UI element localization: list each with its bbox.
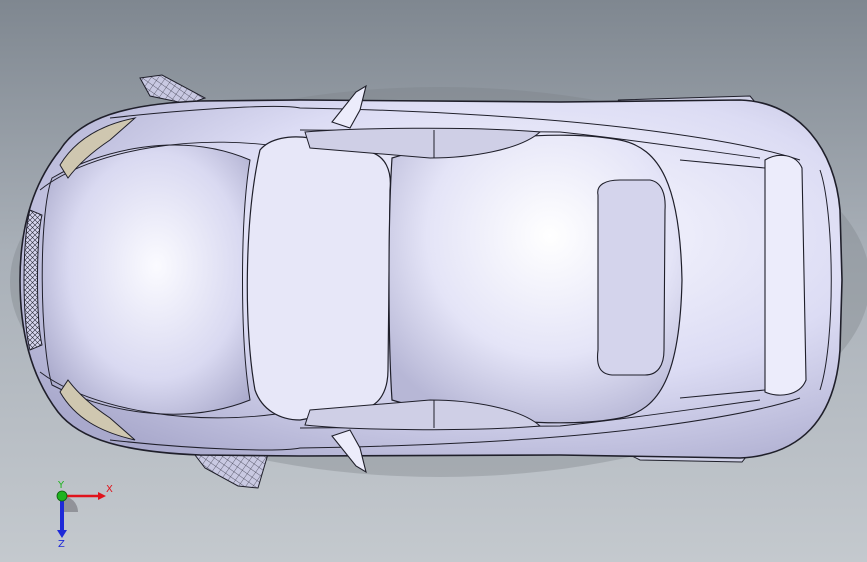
y-axis-marker [56,490,68,502]
coordinate-triad: X Y Z [56,480,113,548]
z-axis-label: Z [58,539,65,548]
front-left-wheel [139,74,207,105]
front-right-wheel [193,453,269,489]
rear-window [596,179,666,376]
x-axis-arrowhead [98,492,106,500]
rear-spoiler [764,154,807,396]
hood [41,144,251,415]
car-model-top-view[interactable] [0,0,867,562]
y-axis-label: Y [57,480,65,491]
x-axis-label: X [106,484,113,495]
graphics-viewport[interactable]: X Y Z [0,0,867,562]
z-axis-arrowhead [57,530,67,538]
windshield [246,136,391,421]
